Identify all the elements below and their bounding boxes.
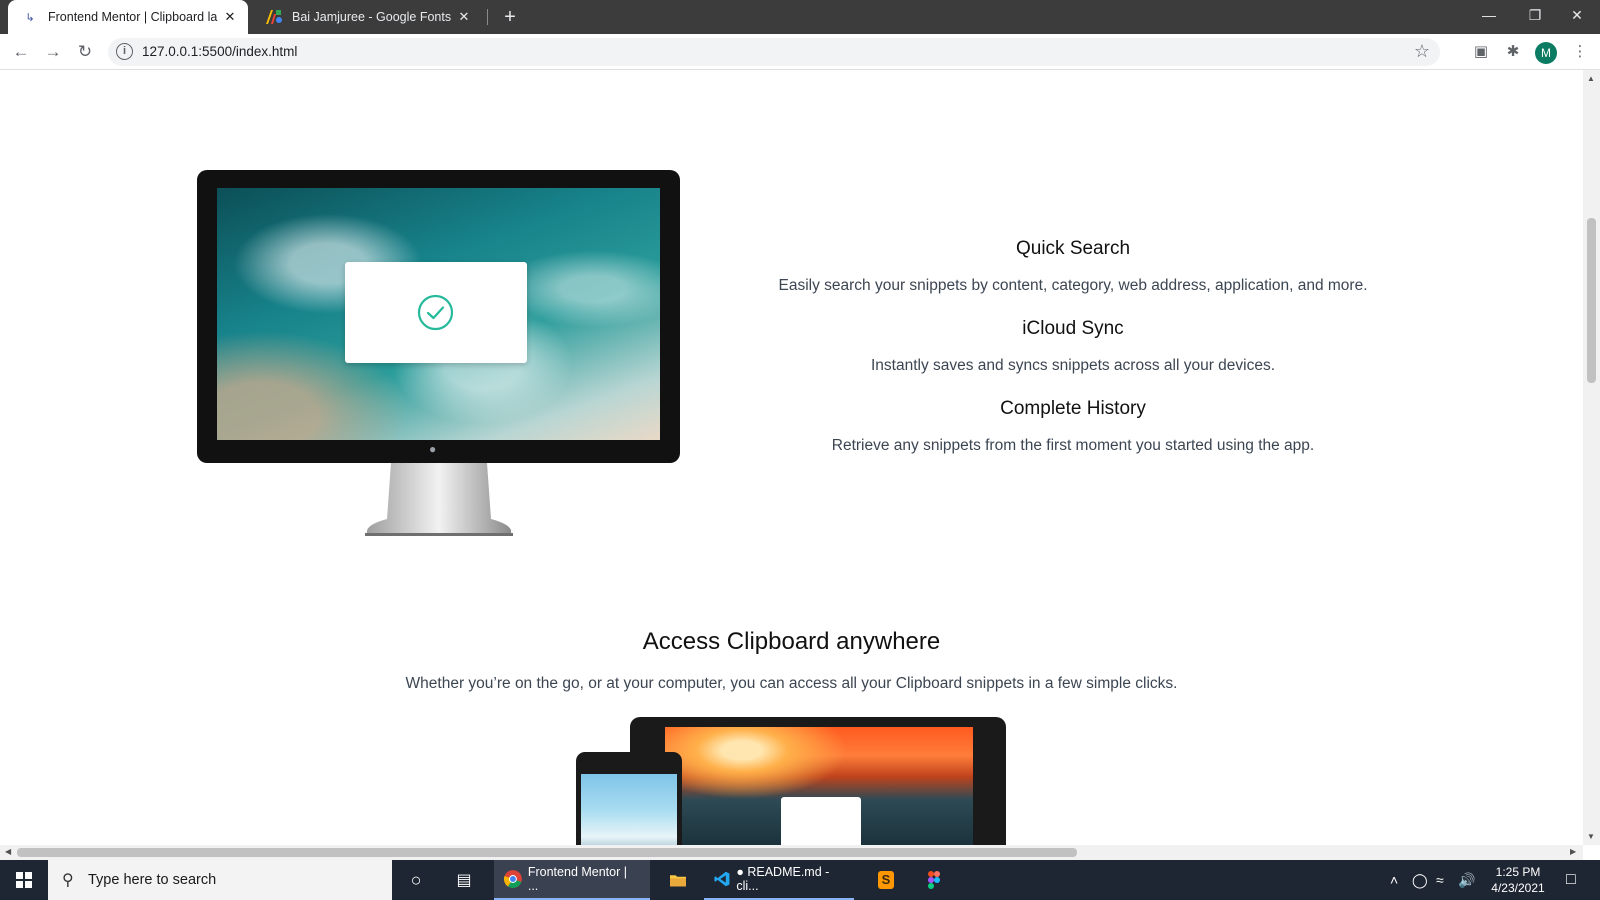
close-tab-icon[interactable]: ✕ — [218, 9, 242, 25]
scroll-down-arrow-icon[interactable]: ▼ — [1587, 832, 1595, 841]
tab-strip: ↳ Frontend Mentor | Clipboard lan ✕ Bai … — [0, 0, 1600, 34]
restore-button[interactable]: ❐ — [1512, 0, 1558, 32]
feature-description: Easily search your snippets by content, … — [778, 277, 1368, 294]
horizontal-scrollbar[interactable]: ◀ ▶ — [0, 845, 1583, 860]
tab-frontend-mentor[interactable]: ↳ Frontend Mentor | Clipboard lan ✕ — [8, 0, 248, 34]
meet-now-icon[interactable]: ◯ — [1412, 860, 1428, 900]
cortana-icon[interactable]: ○ — [404, 860, 428, 900]
bookmark-star-icon[interactable]: ☆ — [1414, 41, 1430, 62]
vscode-icon — [714, 871, 730, 887]
apple-logo-icon: ● — [429, 442, 437, 456]
show-hidden-icons-chevron-icon[interactable]: ˄ — [1390, 860, 1398, 900]
minimize-button[interactable]: — — [1466, 0, 1512, 32]
feature-title: Complete History — [1000, 398, 1146, 419]
chrome-icon — [504, 870, 522, 888]
reload-button[interactable]: ↻ — [72, 39, 98, 65]
task-view-icon[interactable]: ▤ — [452, 860, 476, 900]
close-tab-icon[interactable]: ✕ — [452, 9, 476, 25]
page-viewport: ● Quick Search Easily search your snippe… — [0, 70, 1583, 845]
checkmark-circle-icon — [417, 294, 454, 331]
feature-item: iCloud Sync Instantly saves and syncs sn… — [728, 315, 1418, 377]
sublime-text-icon[interactable]: S — [868, 860, 904, 900]
google-fonts-favicon-icon — [266, 9, 282, 25]
url-text[interactable]: 127.0.0.1:5500/index.html — [142, 44, 297, 59]
clock-time: 1:25 PM — [1495, 865, 1541, 879]
scroll-left-arrow-icon[interactable]: ◀ — [5, 847, 11, 856]
figma-icon[interactable] — [916, 860, 952, 900]
feature-item: Complete History Retrieve any snippets f… — [728, 395, 1418, 457]
feature-description: Instantly saves and syncs snippets acros… — [870, 357, 1276, 374]
monitor-illustration: ● — [197, 170, 680, 463]
tab-title: Frontend Mentor | Clipboard lan — [48, 10, 218, 24]
clipboard-card — [345, 262, 527, 363]
feature-description: Retrieve any snippets from the first mom… — [831, 437, 1315, 454]
windows-taskbar: ⚲ Type here to search ○ ▤ Frontend Mento… — [0, 860, 1600, 900]
site-info-icon[interactable]: i — [116, 43, 133, 60]
windows-logo-icon — [16, 872, 32, 888]
clipboard-card — [781, 797, 861, 845]
ocean-wallpaper-image — [217, 188, 660, 440]
profile-avatar[interactable]: M — [1535, 42, 1557, 64]
forward-button[interactable]: → — [40, 39, 66, 65]
vertical-scrollbar[interactable]: ▲ ▼ — [1583, 70, 1600, 845]
new-tab-button[interactable]: + — [498, 4, 522, 30]
tab-separator — [487, 9, 488, 25]
close-window-button[interactable]: ✕ — [1554, 0, 1600, 32]
file-explorer-icon[interactable] — [660, 860, 696, 900]
search-icon: ⚲ — [62, 872, 74, 889]
sky-wallpaper-image — [581, 774, 677, 845]
extensions-puzzle-icon[interactable]: ✱ — [1503, 42, 1523, 62]
clock-date: 4/23/2021 — [1491, 881, 1545, 895]
system-clock[interactable]: 1:25 PM 4/23/2021 — [1478, 864, 1558, 896]
tablet-illustration — [630, 717, 1006, 845]
tab-title: Bai Jamjuree - Google Fonts — [292, 10, 452, 24]
feature-title: iCloud Sync — [1022, 318, 1124, 339]
scroll-right-arrow-icon[interactable]: ▶ — [1570, 847, 1576, 856]
vertical-scroll-thumb[interactable] — [1587, 218, 1596, 383]
tab-google-fonts[interactable]: Bai Jamjuree - Google Fonts ✕ — [252, 0, 482, 34]
address-bar[interactable]: i 127.0.0.1:5500/index.html ☆ — [108, 38, 1440, 66]
access-section-title: Access Clipboard anywhere — [642, 628, 941, 655]
taskbar-app-chrome[interactable]: Frontend Mentor | ... — [494, 860, 650, 900]
back-button[interactable]: ← — [8, 39, 34, 65]
taskbar-app-label: Frontend Mentor | ... — [527, 865, 627, 893]
features-list: Quick Search Easily search your snippets… — [728, 235, 1418, 457]
monitor-stand — [365, 463, 513, 536]
taskbar-app-vscode[interactable]: ● README.md - cli... — [704, 860, 854, 900]
scroll-up-arrow-icon[interactable]: ▲ — [1587, 74, 1595, 83]
taskbar-search-placeholder[interactable]: Type here to search — [88, 872, 216, 888]
horizontal-scroll-thumb[interactable] — [17, 848, 1077, 857]
feature-item: Quick Search Easily search your snippets… — [728, 235, 1418, 297]
volume-icon[interactable]: 🔊 — [1458, 860, 1475, 900]
taskbar-search-box[interactable]: ⚲ Type here to search — [48, 860, 392, 900]
browser-toolbar: ← → ↻ i 127.0.0.1:5500/index.html ☆ ▣ ✱ … — [0, 34, 1600, 70]
feature-title: Quick Search — [1015, 238, 1131, 259]
menu-kebab-icon[interactable]: ⋮ — [1570, 42, 1590, 62]
frontend-mentor-favicon-icon: ↳ — [25, 11, 35, 24]
wifi-icon[interactable]: ≈ — [1436, 860, 1444, 900]
phone-illustration — [576, 752, 682, 845]
notifications-icon[interactable]: □ — [1566, 860, 1576, 900]
extension-icon[interactable]: ▣ — [1471, 42, 1491, 62]
access-section-description: Whether you’re on the go, or at your com… — [405, 675, 1178, 692]
start-button[interactable] — [0, 860, 48, 900]
taskbar-app-label: ● README.md - cli... — [736, 865, 830, 893]
sunset-wallpaper-image — [665, 727, 973, 845]
